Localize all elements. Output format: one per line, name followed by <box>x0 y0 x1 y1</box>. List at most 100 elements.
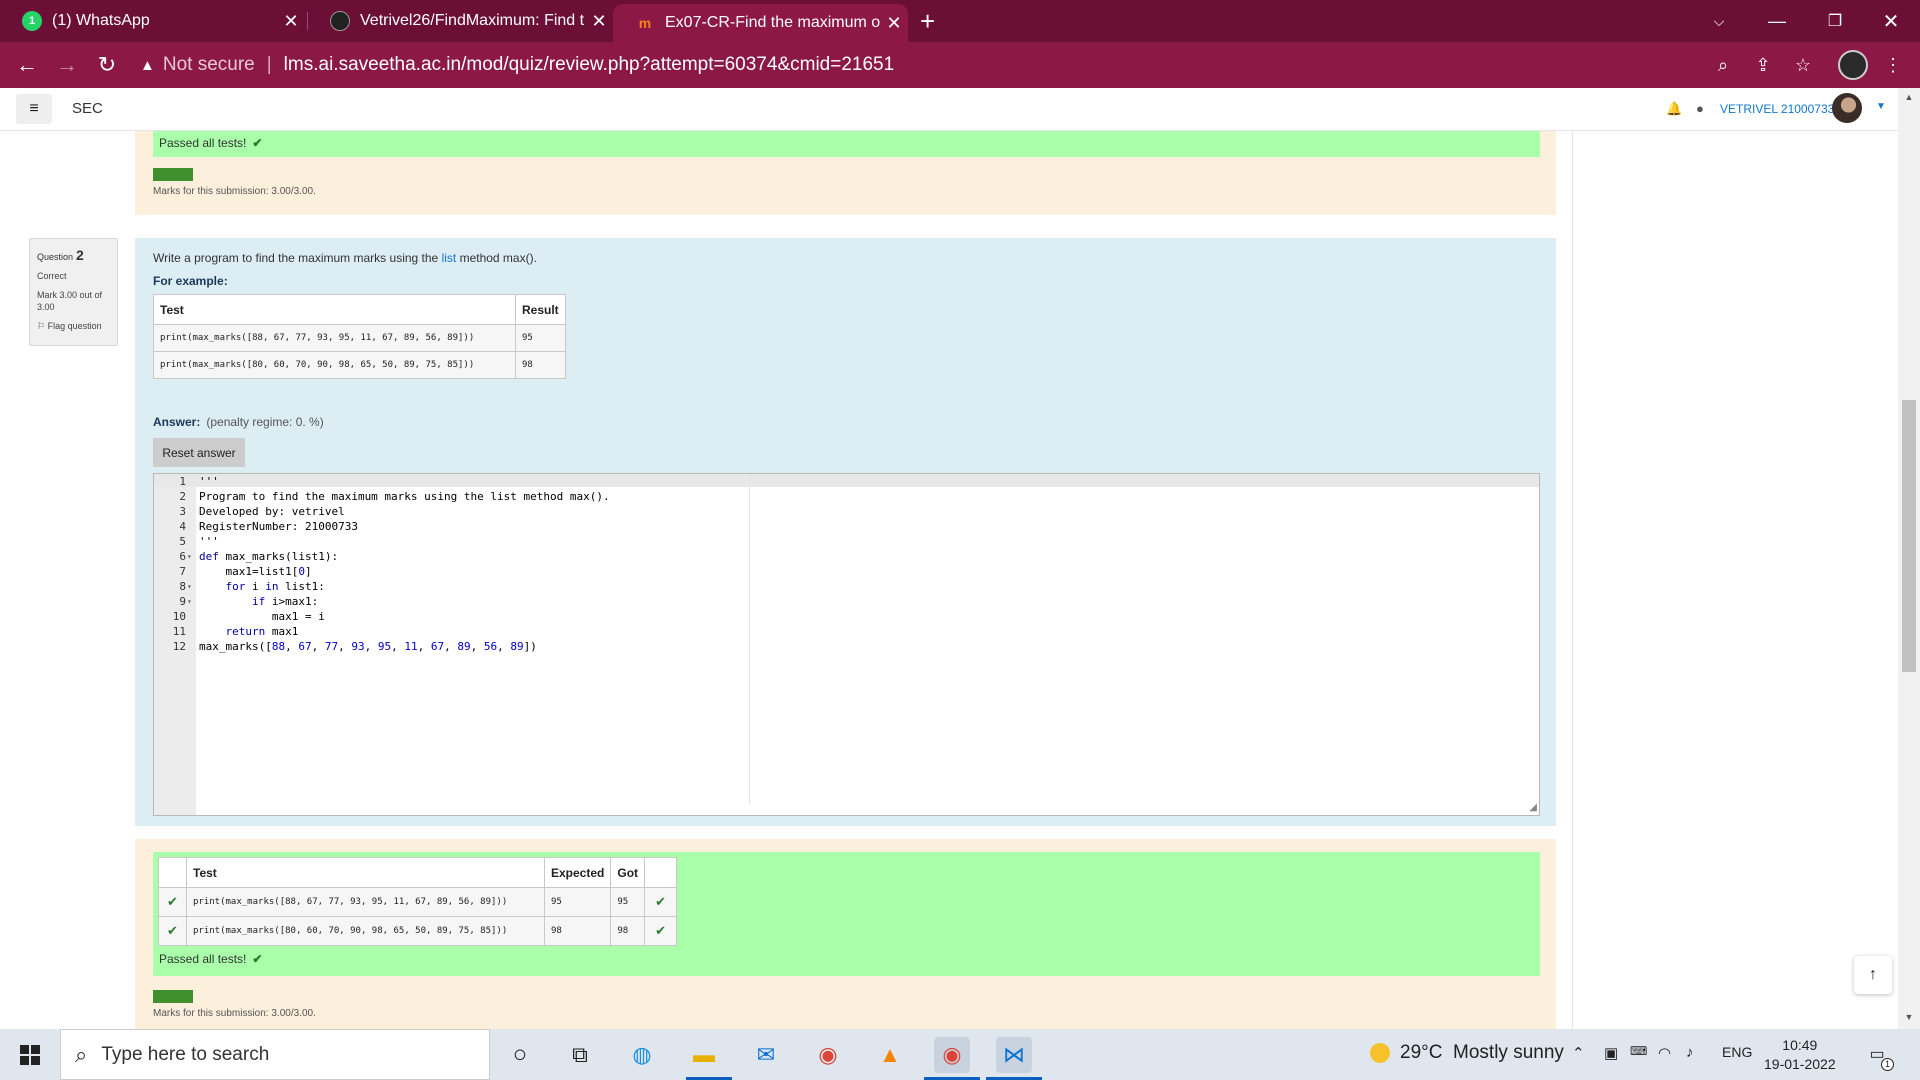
mail-icon[interactable]: ✉ <box>748 1037 784 1073</box>
notification-count: 1 <box>1881 1058 1894 1071</box>
browser-menu-icon[interactable]: ⋮ <box>1880 52 1906 78</box>
table-row: ✔ print(max_marks([88, 67, 77, 93, 95, 1… <box>158 887 678 917</box>
close-tab-icon[interactable]: ✕ <box>277 11 305 32</box>
grade-bar <box>153 168 193 181</box>
page-content: Passed all tests! ✔ Marks for this submis… <box>0 131 1898 1029</box>
passed-text: Passed all tests! <box>159 952 247 966</box>
chrome-icon[interactable]: ◉ <box>810 1037 846 1073</box>
input-method-icon[interactable]: ⌨ <box>1630 1044 1647 1058</box>
weather-condition: Mostly sunny <box>1453 1042 1564 1063</box>
back-to-top-button[interactable]: ↑ <box>1854 956 1892 994</box>
cortana-icon[interactable]: ○ <box>502 1037 538 1073</box>
check-icon: ✔ <box>644 916 678 946</box>
forward-arrow-icon[interactable]: → <box>52 50 82 80</box>
language-indicator[interactable]: ENG <box>1722 1044 1752 1060</box>
sun-icon <box>1370 1043 1390 1063</box>
tab-github[interactable]: Vetrivel26/FindMaximum: Find th ✕ <box>308 0 613 42</box>
back-arrow-icon[interactable]: ← <box>12 50 42 80</box>
user-name[interactable]: VETRIVEL 21000733 <box>1720 102 1834 116</box>
close-window-button[interactable]: ✕ <box>1862 0 1920 42</box>
resize-handle-icon[interactable]: ◢ <box>1529 802 1537 813</box>
test-results-table: Test Expected Got ✔ print(max_marks([88,… <box>158 857 678 946</box>
clock-time: 10:49 <box>1782 1037 1818 1053</box>
vlc-icon[interactable]: ▲ <box>872 1037 908 1073</box>
fold-arrow-icon[interactable]: ▾ <box>187 579 195 594</box>
windows-taskbar: ⌕ Type here to search ○ ⧉ ◍ ▬ ✉ ◉ ▲ ◉ ⋈ … <box>0 1029 1920 1080</box>
site-name[interactable]: SEC <box>72 100 103 117</box>
tab-quiz-review[interactable]: m Ex07-CR-Find the maximum of a ✕ <box>613 4 908 42</box>
chrome-profile-icon[interactable]: ◉ <box>934 1037 970 1073</box>
edge-icon[interactable]: ◍ <box>624 1037 660 1073</box>
zoom-icon[interactable]: ⌕ <box>1710 52 1736 78</box>
share-icon[interactable]: ⇪ <box>1750 52 1776 78</box>
notification-bell-icon[interactable]: 🔔 <box>1666 101 1682 117</box>
taskbar-search[interactable]: ⌕ Type here to search <box>60 1029 490 1080</box>
scroll-up-arrow-icon[interactable]: ▲ <box>1898 92 1920 108</box>
question-number-value: 2 <box>76 247 84 263</box>
minimize-button[interactable]: — <box>1748 0 1806 42</box>
github-icon <box>330 11 350 31</box>
tab-search-icon[interactable]: ⌵ <box>1690 0 1748 42</box>
for-example-heading: For example: <box>153 274 228 288</box>
question-label: Question <box>37 252 74 262</box>
table-row: print(max_marks([80, 60, 70, 90, 98, 65,… <box>153 351 566 379</box>
list-link[interactable]: list <box>442 251 457 265</box>
restore-button[interactable]: ❐ <box>1806 0 1864 42</box>
line-number: 7 <box>179 565 186 578</box>
vscode-icon[interactable]: ⋈ <box>996 1037 1032 1073</box>
reset-answer-button[interactable]: Reset answer <box>153 438 245 467</box>
column-header: Test <box>186 857 545 888</box>
tab-whatsapp[interactable]: 1 (1) WhatsApp ✕ <box>0 0 305 42</box>
code-editor[interactable]: 1 ''' 2 Program to find the maximum marks … <box>153 473 1540 816</box>
whatsapp-icon: 1 <box>22 11 42 31</box>
chevron-up-icon[interactable]: ⌃ <box>1572 1044 1585 1062</box>
wifi-icon[interactable]: ◠ <box>1658 1044 1671 1062</box>
code-text: for i in list1: <box>225 580 325 593</box>
task-view-icon[interactable]: ⧉ <box>562 1037 598 1073</box>
meet-now-icon[interactable]: ▣ <box>1604 1044 1618 1062</box>
scroll-down-arrow-icon[interactable]: ▼ <box>1898 1012 1920 1028</box>
avatar[interactable] <box>1832 93 1862 123</box>
result-got-cell: 98 <box>610 916 646 946</box>
file-explorer-icon[interactable]: ▬ <box>686 1037 722 1073</box>
tab-title: Vetrivel26/FindMaximum: Find th <box>360 12 585 29</box>
new-tab-button[interactable]: + <box>920 6 935 37</box>
example-result-cell: 98 <box>515 351 566 379</box>
hamburger-menu-icon[interactable]: ≡ <box>16 94 52 124</box>
close-tab-icon[interactable]: ✕ <box>880 13 908 34</box>
moodle-navbar: ≡ SEC 🔔 ● VETRIVEL 21000733 ▼ <box>0 88 1898 131</box>
fold-arrow-icon[interactable]: ▾ <box>187 594 195 609</box>
code-text: Developed by: vetrivel <box>199 505 345 518</box>
code-text: return max1 <box>225 625 299 638</box>
browser-profile-avatar[interactable] <box>1838 50 1868 80</box>
search-icon: ⌕ <box>75 1041 88 1067</box>
notification-center-icon[interactable]: ▭ 1 <box>1864 1041 1894 1071</box>
flag-question-link[interactable]: ⚐ Flag question <box>37 321 110 332</box>
weather-widget[interactable]: 29°C Mostly sunny <box>1370 1042 1564 1064</box>
address-bar[interactable]: ▲ Not secure | lms.ai.saveetha.ac.in/mod… <box>140 48 1810 82</box>
messages-icon[interactable]: ● <box>1696 101 1704 116</box>
scrollbar-thumb[interactable] <box>1902 400 1916 672</box>
reload-icon[interactable]: ↻ <box>92 50 122 80</box>
volume-icon[interactable]: ♪ <box>1686 1044 1694 1061</box>
system-clock[interactable]: 10:49 19-01-2022 <box>1764 1036 1836 1074</box>
chevron-down-icon[interactable]: ▼ <box>1876 101 1886 112</box>
tab-title: (1) WhatsApp <box>52 12 150 29</box>
fold-arrow-icon[interactable]: ▾ <box>187 549 195 564</box>
column-header <box>158 857 187 888</box>
column-header: Result <box>515 294 566 325</box>
example-test-cell: print(max_marks([88, 67, 77, 93, 95, 11,… <box>153 324 516 352</box>
check-icon: ✔ <box>252 952 263 966</box>
result-expected-cell: 98 <box>543 916 612 946</box>
code-text: max1=list1[0] <box>199 565 312 578</box>
check-icon: ✔ <box>158 887 187 917</box>
marks-text: Marks for this submission: 3.00/3.00. <box>153 186 316 197</box>
answer-label: Answer: (penalty regime: 0. %) <box>153 415 324 429</box>
code-text: RegisterNumber: 21000733 <box>199 520 358 533</box>
close-tab-icon[interactable]: ✕ <box>585 11 613 32</box>
code-text: max1 = i <box>199 610 325 623</box>
line-number: 11 <box>172 625 186 638</box>
bookmark-star-icon[interactable]: ☆ <box>1790 52 1816 78</box>
column-header: Test <box>153 294 516 325</box>
start-button[interactable] <box>0 1029 60 1080</box>
